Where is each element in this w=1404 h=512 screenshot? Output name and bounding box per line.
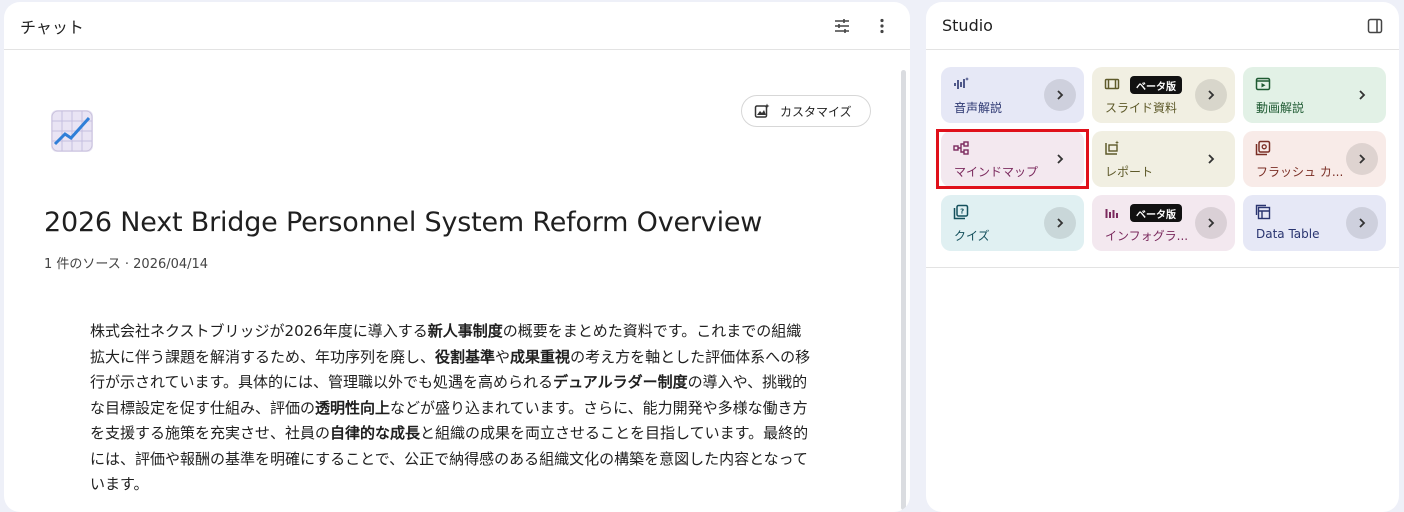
svg-text:?: ? (960, 208, 964, 216)
video-icon (1255, 76, 1271, 92)
studio-divider (926, 267, 1399, 268)
more-vert-icon[interactable] (866, 10, 898, 42)
studio-tile-table[interactable]: Data Table (1243, 195, 1386, 251)
studio-tile-slides[interactable]: ベータ版スライド資料 (1092, 67, 1235, 123)
report-icon (1104, 140, 1120, 156)
studio-tile-label: クイズ (954, 229, 990, 243)
beta-badge: ベータ版 (1130, 76, 1182, 94)
summary-bold-text: 成果重視 (510, 347, 571, 366)
chat-scrollbar[interactable] (901, 70, 906, 510)
studio-tile-video[interactable]: 動画解説 (1243, 67, 1386, 123)
chevron-right-icon[interactable] (1044, 207, 1076, 239)
studio-title: Studio (942, 16, 993, 35)
studio-tile-report[interactable]: レポート (1092, 131, 1235, 187)
chat-panel: チャット カスタマイズ 2026 Next Bridge Personnel S… (4, 2, 910, 512)
studio-panel: Studio 音声解説 ベータ版 スライド資料 動画解説 マインドマップ レポート フラッシ… (926, 2, 1399, 512)
studio-header: Studio (926, 2, 1399, 50)
audio-waveform-icon (953, 76, 969, 92)
studio-tile-label: インフォグラ... (1105, 229, 1189, 243)
slides-icon (1104, 76, 1120, 92)
summary-text: や (495, 347, 511, 366)
chevron-right-icon[interactable] (1195, 79, 1227, 111)
chevron-right-icon[interactable] (1346, 207, 1378, 239)
table-icon (1255, 204, 1271, 220)
studio-tile-label: レポート (1105, 165, 1154, 179)
summary-bold-text: 役割基準 (435, 347, 496, 366)
infographic-icon (1104, 204, 1120, 220)
studio-tile-label: フラッシュ カ... (1256, 165, 1344, 179)
summary-bold-text: 新人事制度 (427, 322, 503, 340)
chevron-right-icon[interactable] (1195, 143, 1227, 175)
studio-tile-label: Data Table (1256, 227, 1320, 241)
summary-bold-text: 自律的な成長 (330, 424, 421, 442)
studio-tile-audio-waveform[interactable]: 音声解説 (941, 67, 1084, 123)
flashcard-icon (1255, 140, 1271, 156)
summary-text: 株式会社ネクストブリッジが2026年度に導入する (90, 322, 428, 340)
tune-settings-icon[interactable] (826, 10, 858, 42)
customize-button[interactable]: カスタマイズ (741, 95, 871, 127)
mindmap-highlight-box (936, 129, 1089, 189)
quiz-icon: ? (953, 204, 969, 220)
collapse-panel-icon[interactable] (1359, 10, 1391, 42)
customize-image-icon (754, 103, 770, 118)
summary-bold-text: デュアルラダー制度 (553, 373, 688, 391)
chevron-right-icon[interactable] (1044, 79, 1076, 111)
studio-tile-label: 動画解説 (1256, 101, 1305, 115)
chat-title: チャット (20, 17, 84, 37)
document-title: 2026 Next Bridge Personnel System Reform… (44, 207, 763, 238)
studio-tile-quiz[interactable]: ? クイズ (941, 195, 1084, 251)
customize-label: カスタマイズ (780, 104, 852, 119)
document-summary: 株式会社ネクストブリッジが2026年度に導入する新人事制度の概要をまとめた資料で… (90, 319, 814, 498)
chevron-right-icon[interactable] (1195, 207, 1227, 239)
chevron-right-icon[interactable] (1346, 143, 1378, 175)
summary-bold-text: 透明性向上 (315, 398, 391, 417)
studio-tile-flashcard[interactable]: フラッシュ カ... (1243, 131, 1386, 187)
document-meta: 1 件のソース · 2026/04/14 (44, 257, 209, 272)
chart-emoji-icon (51, 110, 93, 152)
chat-header: チャット (4, 2, 910, 50)
studio-tile-label: スライド資料 (1105, 101, 1178, 115)
beta-badge: ベータ版 (1130, 204, 1182, 222)
chevron-right-icon[interactable] (1346, 79, 1378, 111)
studio-tile-infographic[interactable]: ベータ版インフォグラ... (1092, 195, 1235, 251)
studio-tile-label: 音声解説 (954, 101, 1003, 115)
